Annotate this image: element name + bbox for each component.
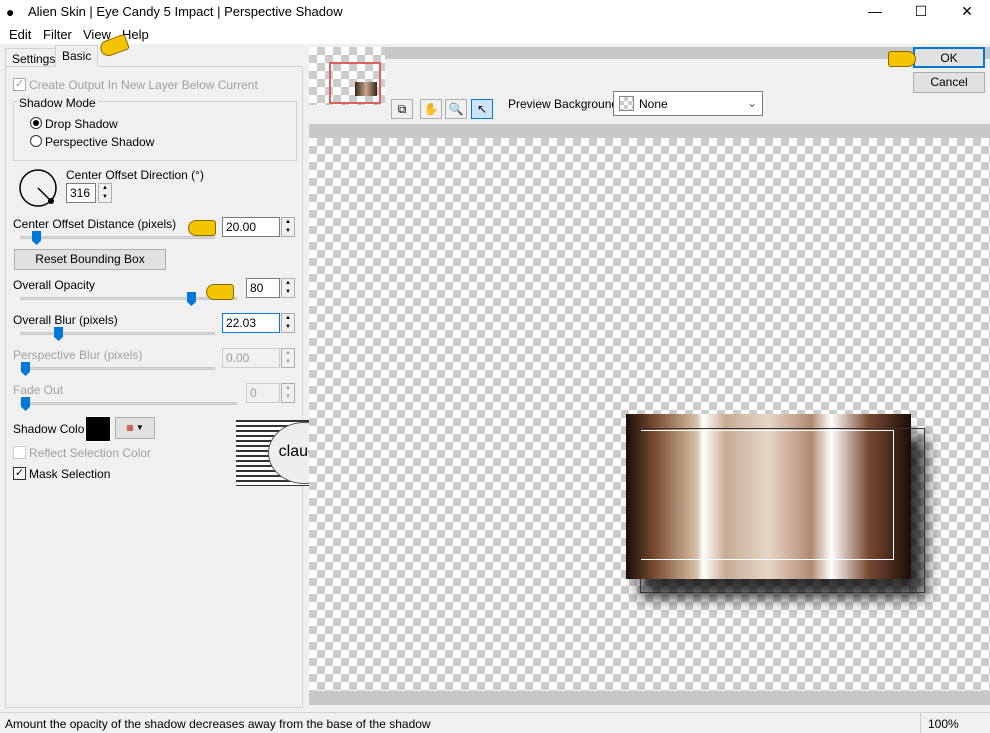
basic-panel: ✓ Create Output In New Layer Below Curre… [5, 66, 372, 708]
status-text: Amount the opacity of the shadow decreas… [5, 717, 431, 731]
bounding-box[interactable] [640, 428, 925, 593]
perspective-blur-input[interactable]: 0.00 [222, 348, 280, 368]
preview-toggle-icon[interactable]: ⧉ [391, 99, 413, 119]
fade-out-spinner[interactable]: ▲ ▼ [281, 383, 295, 403]
zoom-tool-icon[interactable]: 🔍 [445, 99, 467, 119]
fade-out-label: Fade Out [13, 383, 64, 397]
minimize-button[interactable]: — [852, 0, 898, 24]
cancel-button[interactable]: Cancel [913, 72, 985, 93]
reflect-selection-label: Reflect Selection Color [29, 446, 152, 460]
create-output-checkbox[interactable]: ✓ [13, 78, 26, 91]
opacity-slider-thumb[interactable] [187, 292, 196, 306]
perspective-blur-slider[interactable] [20, 367, 215, 370]
distance-input[interactable]: 20.00 [222, 217, 280, 237]
reflect-selection-checkbox[interactable] [13, 446, 26, 459]
pointer-hand-icon [206, 284, 234, 300]
close-button[interactable]: ✕ [944, 0, 990, 24]
menu-bar: Edit Filter View Help [0, 24, 990, 44]
opacity-spinner[interactable]: ▲ ▼ [281, 278, 295, 298]
blur-label: Overall Blur (pixels) [13, 313, 118, 327]
pointer-hand-icon [888, 51, 916, 67]
direction-label: Center Offset Direction (°) [66, 168, 204, 182]
blur-slider[interactable] [20, 332, 215, 335]
distance-slider[interactable] [20, 236, 215, 239]
drop-shadow-label: Drop Shadow [45, 117, 118, 131]
opacity-slider[interactable] [20, 297, 237, 300]
tab-settings[interactable]: Settings [5, 48, 63, 68]
color-palette-dropdown[interactable]: ▦ ▼ [115, 417, 155, 439]
direction-input[interactable]: 316 [66, 183, 96, 203]
hand-tool-icon[interactable]: ✋ [420, 99, 442, 119]
distance-slider-thumb[interactable] [32, 231, 41, 245]
zoom-level: 100% [928, 717, 959, 731]
fade-out-input[interactable]: 0 [246, 383, 280, 403]
preview-ruler-bottom [309, 691, 990, 705]
pointer-hand-icon [188, 220, 216, 236]
app-icon: ● [6, 4, 15, 20]
ok-button[interactable]: OK [913, 47, 985, 68]
mask-selection-label: Mask Selection [29, 467, 111, 481]
shadow-mode-label: Shadow Mode [17, 96, 98, 110]
distance-spinner[interactable]: ▲ ▼ [281, 217, 295, 237]
preview-background-value: None [639, 97, 668, 111]
opacity-input[interactable]: 80 [246, 278, 280, 298]
opacity-label: Overall Opacity [13, 278, 96, 292]
fade-out-slider[interactable] [20, 402, 237, 405]
maximize-button[interactable]: ☐ [898, 0, 944, 24]
tab-basic[interactable]: Basic [55, 45, 99, 67]
menu-edit[interactable]: Edit [9, 27, 31, 42]
window-title: Alien Skin | Eye Candy 5 Impact | Perspe… [28, 4, 343, 19]
blur-input[interactable]: 22.03 [222, 313, 280, 333]
direction-dial[interactable] [18, 168, 58, 208]
preview-background-select[interactable]: None ⌄ [613, 91, 763, 116]
shadow-color-label: Shadow Color [13, 422, 89, 436]
chevron-down-icon: ⌄ [747, 96, 758, 110]
distance-label: Center Offset Distance (pixels) [13, 217, 177, 231]
perspective-shadow-radio[interactable] [30, 135, 42, 147]
preview-canvas[interactable] [309, 138, 990, 691]
status-divider [920, 713, 921, 733]
fade-out-slider-thumb[interactable] [21, 397, 30, 411]
navigator-thumbnail[interactable] [309, 47, 385, 105]
blur-spinner[interactable]: ▲ ▼ [281, 313, 295, 333]
reset-bounding-box-button[interactable]: Reset Bounding Box [14, 249, 166, 270]
perspective-blur-label: Perspective Blur (pixels) [13, 348, 143, 362]
perspective-blur-slider-thumb[interactable] [21, 362, 30, 376]
shadow-mode-group [13, 101, 297, 161]
drop-shadow-radio[interactable] [30, 117, 42, 129]
perspective-blur-spinner[interactable]: ▲ ▼ [281, 348, 295, 368]
pointer-tool-icon[interactable]: ↖ [471, 99, 493, 119]
direction-spinner[interactable]: ▲ ▼ [98, 183, 112, 203]
checker-swatch-icon [619, 96, 634, 111]
palette-icon: ▦ [126, 423, 134, 432]
preview-background-label: Preview Background: [508, 97, 622, 111]
navigator-image [355, 82, 377, 96]
shadow-color-swatch[interactable] [85, 416, 111, 442]
status-bar: Amount the opacity of the shadow decreas… [0, 712, 990, 733]
mask-selection-checkbox[interactable]: ✓ [13, 467, 26, 480]
perspective-shadow-label: Perspective Shadow [45, 135, 155, 149]
menu-filter[interactable]: Filter [43, 27, 72, 42]
title-bar: ● Alien Skin | Eye Candy 5 Impact | Pers… [0, 0, 990, 24]
create-output-label: Create Output In New Layer Below Current [29, 78, 258, 92]
blur-slider-thumb[interactable] [54, 327, 63, 341]
preview-ruler-top [309, 124, 990, 138]
